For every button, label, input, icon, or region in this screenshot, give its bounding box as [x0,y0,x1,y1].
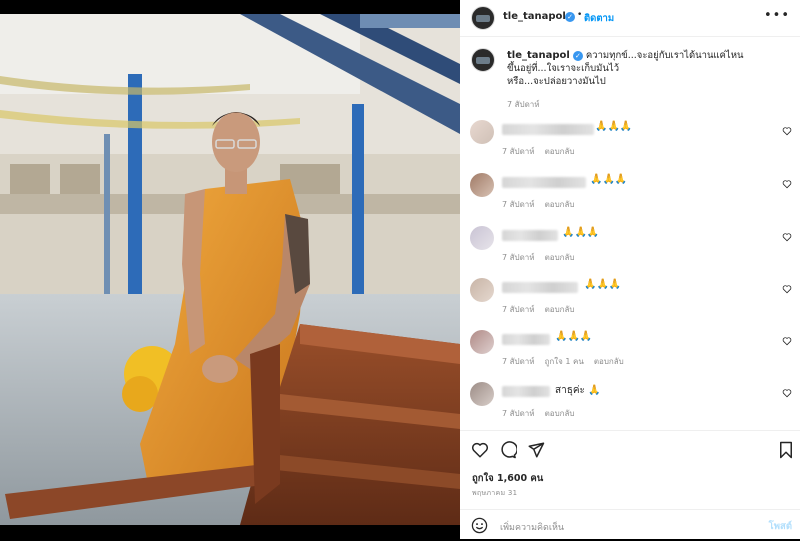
comment-time[interactable]: 7 สัปดาห์ [502,409,535,418]
commenter-avatar[interactable] [470,173,494,197]
reply-button[interactable]: ตอบกลับ [545,147,575,156]
commenter-avatar[interactable] [470,226,494,250]
reply-button[interactable]: ตอบกลับ [545,253,575,262]
comment-like-count[interactable]: ถูกใจ 1 คน [545,357,584,366]
comment-item: 🙏🙏🙏 7 สัปดาห์ ตอบกลับ [460,278,800,330]
comment-meta: 7 สัปดาห์ ตอบกลับ [502,145,584,158]
reply-button[interactable]: ตอบกลับ [545,305,575,314]
reply-button[interactable]: ตอบกลับ [545,200,575,209]
comment-item: 🙏🙏🙏 7 สัปดาห์ ตอบกลับ [460,120,800,172]
comment-meta: 7 สัปดาห์ ตอบกลับ [502,198,584,211]
comment-text: 🙏🙏🙏 [562,227,600,238]
comment-item: 🙏🙏🙏 7 สัปดาห์ ตอบกลับ [460,226,800,278]
caption-time[interactable]: 7 สัปดาห์ [507,98,792,111]
post-header: tle_tanapol ✓ • ติดตาม ••• [460,0,800,37]
like-comment-heart-icon[interactable] [782,284,792,294]
add-comment-input[interactable]: เพิ่มความคิดเห็น [500,520,564,534]
bottom-letterbox [0,525,460,539]
monk-photo-illustration [0,14,460,525]
post-sidebar: tle_tanapol ✓ • ติดตาม ••• tle_tanapol ✓… [460,0,800,539]
follow-button[interactable]: ติดตาม [584,11,614,26]
comment-item: 🙏🙏🙏 7 สัปดาห์ ถูกใจ 1 คน ตอบกลับ [460,330,800,382]
caption-line-1: ความทุกข์...จะอยู่กับเราได้นานแค่ไหน [585,50,744,61]
more-options-icon[interactable]: ••• [764,8,790,23]
comment-time[interactable]: 7 สัปดาห์ [502,200,535,209]
caption-username[interactable]: tle_tanapol [507,50,570,61]
post-photo[interactable] [0,14,460,525]
separator-dot: • [577,10,583,20]
verified-badge-icon: ✓ [572,50,583,61]
blurred-username [502,230,558,241]
comment-text: 🙏🙏🙏 [584,279,622,290]
like-comment-heart-icon[interactable] [782,126,792,136]
comment-text: 🙏🙏🙏 [595,121,633,132]
top-letterbox [0,0,460,14]
comment-time[interactable]: 7 สัปดาห์ [502,147,535,156]
blurred-username [502,124,594,135]
comment-text: 🙏🙏🙏 [590,174,628,185]
like-comment-heart-icon[interactable] [782,232,792,242]
author-avatar[interactable] [471,6,495,30]
emoji-smiley-icon[interactable] [471,517,488,534]
caption-line-3: หรือ...จะปล่อยวางมันไป [507,76,606,87]
post-caption: tle_tanapol ✓ ความทุกข์...จะอยู่กับเราได… [507,49,792,111]
like-comment-heart-icon[interactable] [782,336,792,346]
comment-item: 🙏🙏🙏 7 สัปดาห์ ตอบกลับ [460,173,800,225]
blurred-username [502,177,586,188]
comment-time[interactable]: 7 สัปดาห์ [502,253,535,262]
post-date[interactable]: พฤษภาคม 31 [472,488,517,499]
post-comment-button[interactable]: โพสต์ [769,519,792,534]
post-actions: ถูกใจ 1,600 คน พฤษภาคม 31 เพิ่มความคิดเห… [460,430,800,540]
comment-bubble-icon[interactable] [499,441,517,459]
comment-text: 🙏🙏🙏 [555,331,593,342]
verified-badge-icon: ✓ [565,12,575,22]
reply-button[interactable]: ตอบกลับ [594,357,624,366]
comment-meta: 7 สัปดาห์ ถูกใจ 1 คน ตอบกลับ [502,355,634,368]
commenter-avatar[interactable] [470,382,494,406]
like-heart-icon[interactable] [471,441,489,459]
commenter-avatar[interactable] [470,120,494,144]
commenter-avatar[interactable] [470,330,494,354]
commenter-avatar[interactable] [470,278,494,302]
reply-button[interactable]: ตอบกลับ [545,409,575,418]
comment-time[interactable]: 7 สัปดาห์ [502,305,535,314]
comment-meta: 7 สัปดาห์ ตอบกลับ [502,407,584,420]
comment-meta: 7 สัปดาห์ ตอบกลับ [502,251,584,264]
blurred-username [502,334,550,345]
save-bookmark-icon[interactable] [778,441,794,459]
like-comment-heart-icon[interactable] [782,179,792,189]
author-username[interactable]: tle_tanapol [503,11,566,22]
blurred-username [502,386,550,397]
caption-avatar[interactable] [471,48,495,72]
blurred-username [502,282,578,293]
comment-text: สาธุค่ะ 🙏 [555,385,601,396]
comment-item: สาธุค่ะ 🙏 7 สัปดาห์ ตอบกลับ [460,382,800,434]
add-comment-bar: เพิ่มความคิดเห็น โพสต์ [460,509,800,541]
like-comment-heart-icon[interactable] [782,388,792,398]
caption-line-2: ขึ้นอยู่ที่...ใจเราจะเก็บมันไว้ [507,63,620,74]
comment-meta: 7 สัปดาห์ ตอบกลับ [502,303,584,316]
like-count[interactable]: ถูกใจ 1,600 คน [472,471,543,486]
comment-time[interactable]: 7 สัปดาห์ [502,357,535,366]
share-paper-plane-icon[interactable] [527,441,545,459]
